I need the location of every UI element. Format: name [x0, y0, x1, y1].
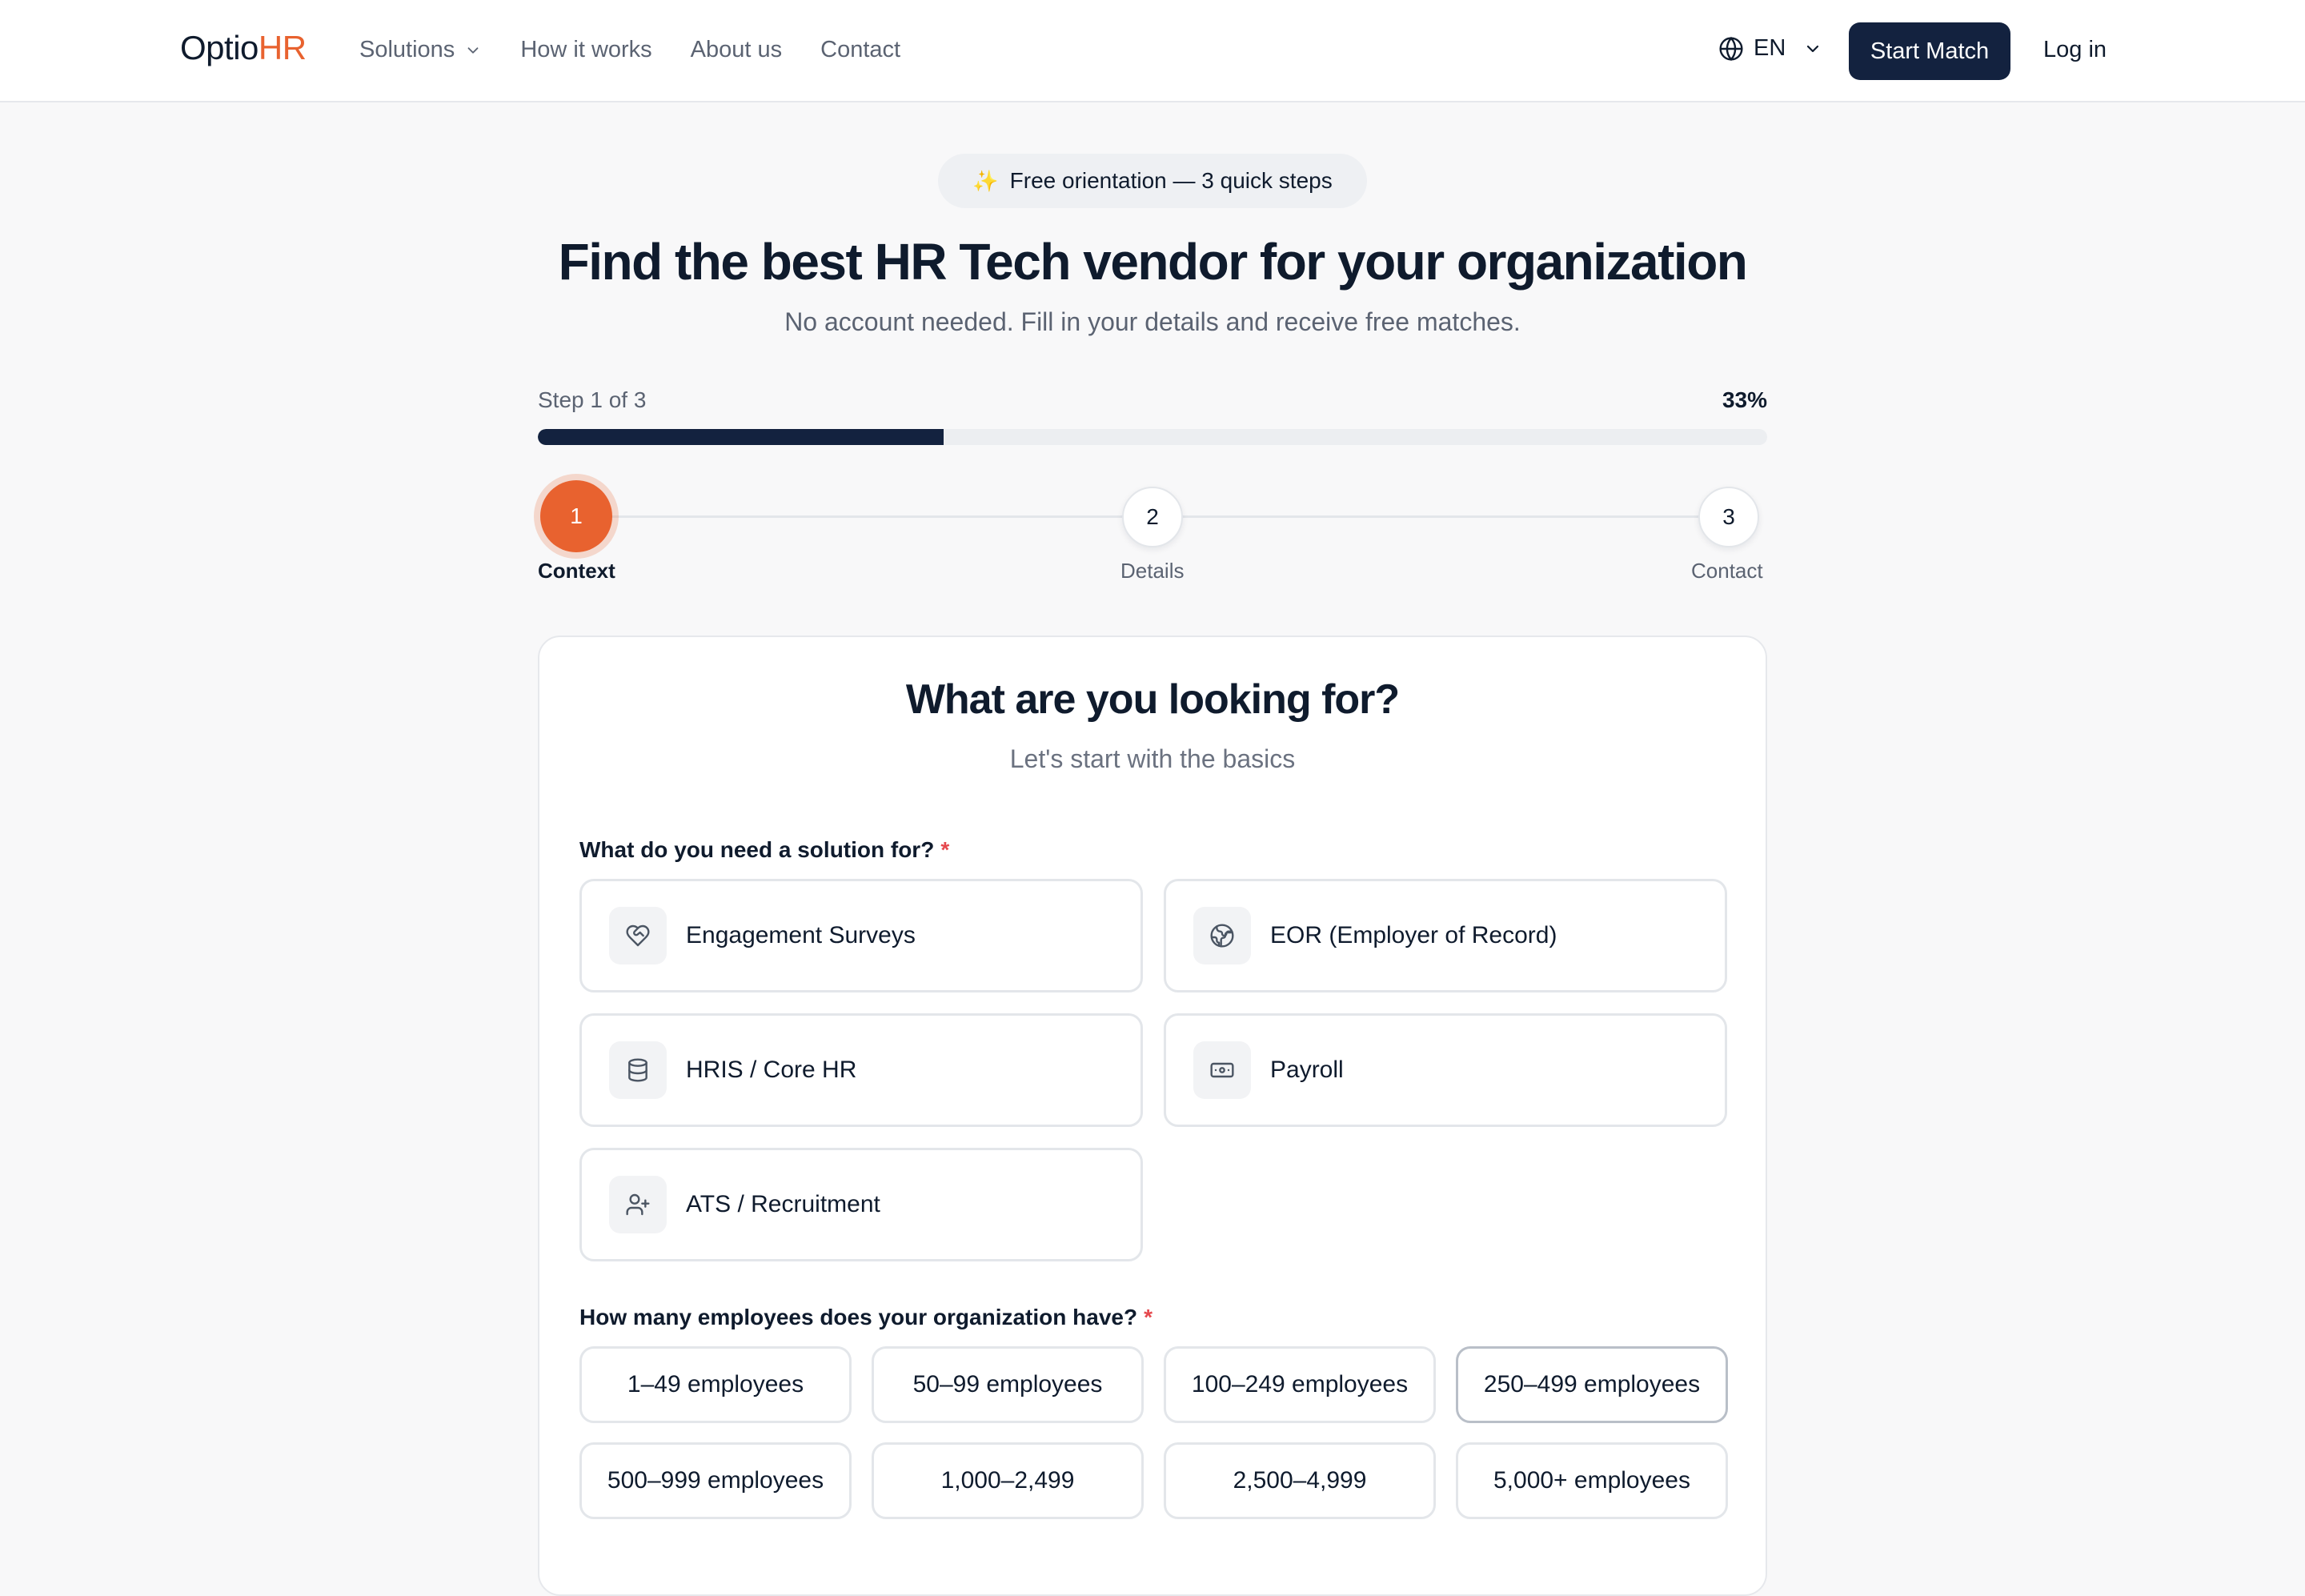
nav-about-us-label: About us [690, 37, 783, 62]
employees-option-1-49[interactable]: 1–49 employees [579, 1346, 852, 1423]
step-counter: Step 1 of 3 [538, 387, 647, 412]
option-eor[interactable]: EOR (Employer of Record) [1164, 879, 1727, 992]
heart-handshake-icon [609, 907, 667, 964]
nav-how-it-works-label: How it works [520, 37, 652, 62]
employees-option-2500-4999[interactable]: 2,500–4,999 [1164, 1442, 1436, 1519]
language-selector[interactable]: EN [1718, 35, 1822, 62]
step-1-indicator: 1 [540, 480, 612, 552]
chevron-down-icon [467, 46, 479, 54]
option-hris-core-hr[interactable]: HRIS / Core HR [579, 1013, 1143, 1127]
sparkles-icon: ✨ [972, 168, 999, 193]
page-title: Find the best HR Tech vendor for your or… [558, 233, 1748, 291]
page-subtitle: No account needed. Fill in your details … [784, 307, 1521, 336]
database-icon [609, 1041, 667, 1099]
nav-contact[interactable]: Contact [820, 37, 900, 63]
chevron-down-icon [1807, 45, 1819, 52]
logo-text-hr: HR [258, 29, 307, 66]
nav-contact-label: Contact [820, 37, 901, 62]
option-label: HRIS / Core HR [686, 1057, 857, 1083]
step-3-indicator: 3 [1698, 487, 1759, 547]
step-1-label: Context [538, 559, 615, 583]
form-title: What are you looking for? [905, 676, 1400, 723]
progress-percent: 33% [1722, 387, 1767, 412]
top-navbar: OptioHR Solutions How it works About us … [0, 0, 2305, 102]
option-label: Engagement Surveys [686, 922, 916, 948]
start-match-button[interactable]: Start Match [1849, 22, 2010, 80]
globe-icon [1193, 907, 1251, 964]
employees-option-100-249[interactable]: 100–249 employees [1164, 1346, 1436, 1423]
form-card: What are you looking for? Let's start wi… [538, 636, 1767, 1596]
option-label: ATS / Recruitment [686, 1191, 880, 1217]
banknote-icon [1193, 1041, 1251, 1099]
login-link[interactable]: Log in [2043, 37, 2107, 63]
orientation-badge-text: Free orientation — 3 quick steps [1009, 168, 1333, 193]
step-2-label: Details [1120, 559, 1185, 583]
progress-bar-fill [538, 429, 944, 445]
nav-how-it-works[interactable]: How it works [520, 37, 651, 63]
form-subtitle: Let's start with the basics [1009, 744, 1296, 773]
solution-question-text: What do you need a solution for? [579, 837, 935, 862]
user-plus-icon [609, 1176, 667, 1233]
main-nav: Solutions How it works About us Contact [359, 37, 939, 63]
nav-solutions-label: Solutions [359, 37, 455, 62]
option-ats-recruitment[interactable]: ATS / Recruitment [579, 1148, 1143, 1261]
employees-option-250-499[interactable]: 250–499 employees [1456, 1346, 1728, 1423]
solution-question-label: What do you need a solution for? * [579, 837, 949, 863]
progress-bar [538, 429, 1767, 445]
language-label: EN [1754, 35, 1786, 61]
employees-question-label: How many employees does your organizatio… [579, 1305, 1152, 1330]
step-2-indicator: 2 [1122, 487, 1183, 547]
option-label: Payroll [1270, 1057, 1344, 1083]
employees-question-text: How many employees does your organizatio… [579, 1305, 1138, 1329]
nav-solutions[interactable]: Solutions [359, 37, 482, 63]
option-engagement-surveys[interactable]: Engagement Surveys [579, 879, 1143, 992]
required-marker: * [940, 837, 950, 862]
required-marker: * [1144, 1305, 1152, 1329]
nav-about-us[interactable]: About us [691, 37, 782, 63]
employees-option-50-99[interactable]: 50–99 employees [872, 1346, 1144, 1423]
orientation-badge: ✨ Free orientation — 3 quick steps [938, 154, 1367, 208]
employees-option-5000-plus[interactable]: 5,000+ employees [1456, 1442, 1728, 1519]
employees-option-1000-2499[interactable]: 1,000–2,499 [872, 1442, 1144, 1519]
logo-text-optio: Optio [180, 29, 259, 66]
step-3-label: Contact [1691, 559, 1763, 583]
option-label: EOR (Employer of Record) [1270, 922, 1557, 948]
logo[interactable]: OptioHR [180, 29, 307, 67]
globe-icon [1719, 36, 1743, 61]
option-payroll[interactable]: Payroll [1164, 1013, 1727, 1127]
employees-option-500-999[interactable]: 500–999 employees [579, 1442, 852, 1519]
